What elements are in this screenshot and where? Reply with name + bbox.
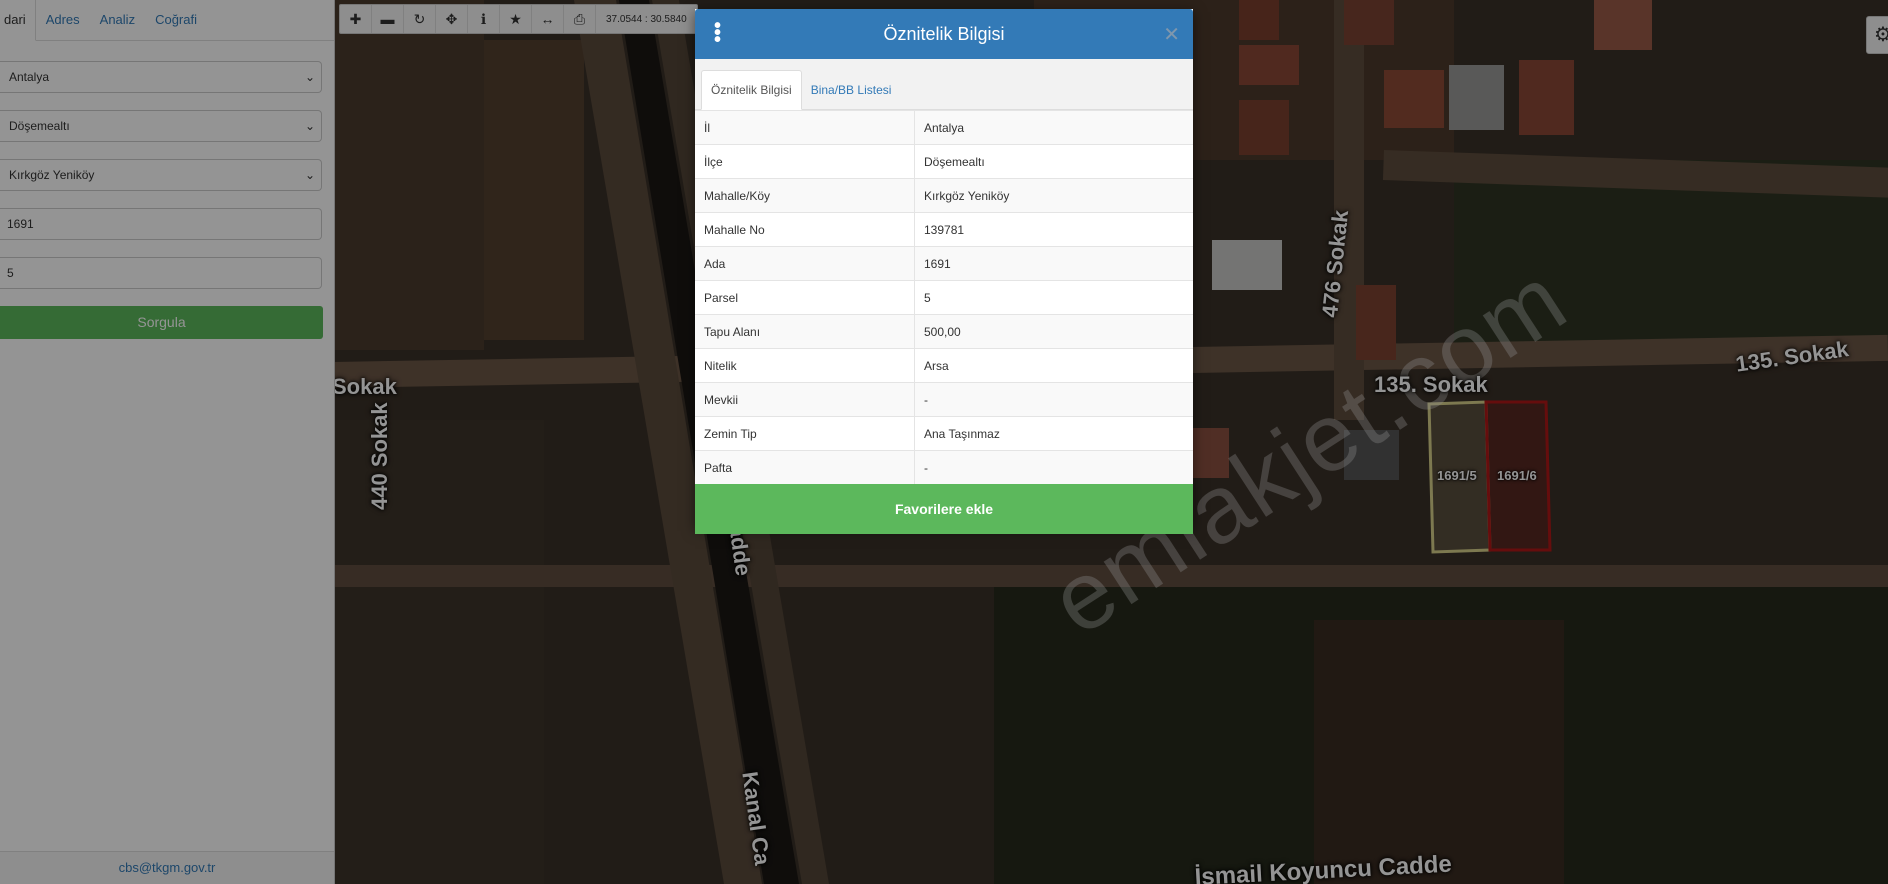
attr-value: Antalya [914, 110, 1193, 145]
table-row: Tapu Alanı 500,00 [695, 314, 1193, 349]
gear-icon[interactable]: ⚙ [1866, 16, 1888, 54]
tab-adres[interactable]: Adres [36, 0, 90, 40]
attribute-table: İl Antalya İlçe Döşemealtı Mahalle/Köy Kırk… [695, 110, 1193, 484]
attr-key: Tapu Alanı [695, 314, 915, 349]
table-row: Nitelik Arsa [695, 348, 1193, 383]
query-sidebar: dari Adres Analiz Coğrafi Antalya ⌄ Döşe… [0, 0, 335, 884]
query-button[interactable]: Sorgula [0, 306, 323, 339]
ilce-select[interactable]: Döşemealtı ⌄ [0, 110, 322, 142]
modal-header: • • • Öznitelik Bilgisi ✕ [695, 9, 1193, 59]
table-row: İlçe Döşemealtı [695, 144, 1193, 179]
table-row: Pafta - [695, 450, 1193, 484]
mahalle-select-value: Kırkgöz Yeniköy [9, 168, 95, 182]
attr-key: Parsel [695, 280, 915, 315]
table-row: Ada 1691 [695, 246, 1193, 281]
tab-bina-listesi[interactable]: Bina/BB Listesi [802, 71, 901, 109]
print-icon[interactable]: ⎙ [564, 5, 596, 33]
refresh-icon[interactable]: ↻ [404, 5, 436, 33]
attr-value: Arsa [914, 348, 1193, 383]
table-row: Mahalle/Köy Kırkgöz Yeniköy [695, 178, 1193, 213]
parcel-label[interactable]: 1691/5 [1437, 468, 1477, 483]
chevron-down-icon: ⌄ [304, 119, 315, 133]
tab-cografi[interactable]: Coğrafi [145, 0, 207, 40]
il-select-value: Antalya [9, 70, 50, 84]
attr-value: 5 [914, 280, 1193, 315]
attr-key: Ada [695, 246, 915, 281]
parsel-input[interactable]: 5 [0, 257, 322, 289]
mahalle-select[interactable]: Kırkgöz Yeniköy ⌄ [0, 159, 322, 191]
table-row: Zemin Tip Ana Taşınmaz [695, 416, 1193, 451]
attr-key: Mahalle No [695, 212, 915, 247]
attr-value: 500,00 [914, 314, 1193, 349]
attr-key: Zemin Tip [695, 416, 915, 451]
table-row: İl Antalya [695, 110, 1193, 145]
contact-email[interactable]: cbs@tkgm.gov.tr [0, 851, 334, 884]
chevron-down-icon: ⌄ [304, 168, 315, 182]
attr-key: Mevkii [695, 382, 915, 417]
attr-value: - [914, 382, 1193, 417]
street-label: 135. Sokak [1374, 372, 1488, 397]
zoom-out-icon[interactable]: ▬ [372, 5, 404, 33]
tab-oznitelik[interactable]: Öznitelik Bilgisi [701, 70, 802, 110]
info-icon[interactable]: ℹ [468, 5, 500, 33]
add-favorite-button[interactable]: Favorilere ekle [695, 484, 1193, 534]
attr-key: İl [695, 110, 915, 145]
table-row: Parsel 5 [695, 280, 1193, 315]
zoom-in-icon[interactable]: ✚ [340, 5, 372, 33]
il-select[interactable]: Antalya ⌄ [0, 61, 322, 93]
map-toolbar: ✚ ▬ ↻ ✥ ℹ ★ ↔ ⎙ 37.0544 : 30.5840 [339, 4, 698, 34]
attr-value: - [914, 450, 1193, 484]
close-icon[interactable]: ✕ [1163, 22, 1180, 47]
attr-key: Mahalle/Köy [695, 178, 915, 213]
tab-idari[interactable]: dari [0, 0, 36, 41]
chevron-down-icon: ⌄ [304, 70, 315, 84]
ilce-select-value: Döşemealtı [9, 119, 70, 133]
measure-icon[interactable]: ↔ [532, 5, 564, 33]
attr-value: Döşemealtı [914, 144, 1193, 179]
attr-key: Pafta [695, 450, 915, 484]
street-label: Sokak [334, 374, 397, 399]
sidebar-tabs: dari Adres Analiz Coğrafi [0, 0, 334, 41]
street-label: 440 Sokak [367, 402, 392, 510]
parcel-label[interactable]: 1691/6 [1497, 468, 1537, 483]
attribute-modal: • • • Öznitelik Bilgisi ✕ Öznitelik Bilgis… [695, 9, 1193, 534]
attr-key: İlçe [695, 144, 915, 179]
tab-analiz[interactable]: Analiz [90, 0, 145, 40]
modal-tabs: Öznitelik Bilgisi Bina/BB Listesi [695, 59, 1193, 110]
attr-value: 139781 [914, 212, 1193, 247]
star-icon[interactable]: ★ [500, 5, 532, 33]
move-icon[interactable]: ✥ [436, 5, 468, 33]
attr-value: Ana Taşınmaz [914, 416, 1193, 451]
attr-value: 1691 [914, 246, 1193, 281]
table-row: Mahalle No 139781 [695, 212, 1193, 247]
modal-title: Öznitelik Bilgisi [883, 24, 1005, 44]
coordinate-readout: 37.0544 : 30.5840 [606, 13, 687, 25]
attr-value: Kırkgöz Yeniköy [914, 178, 1193, 213]
ada-input[interactable]: 1691 [0, 208, 322, 240]
table-row: Mevkii - [695, 382, 1193, 417]
attr-key: Nitelik [695, 348, 915, 383]
